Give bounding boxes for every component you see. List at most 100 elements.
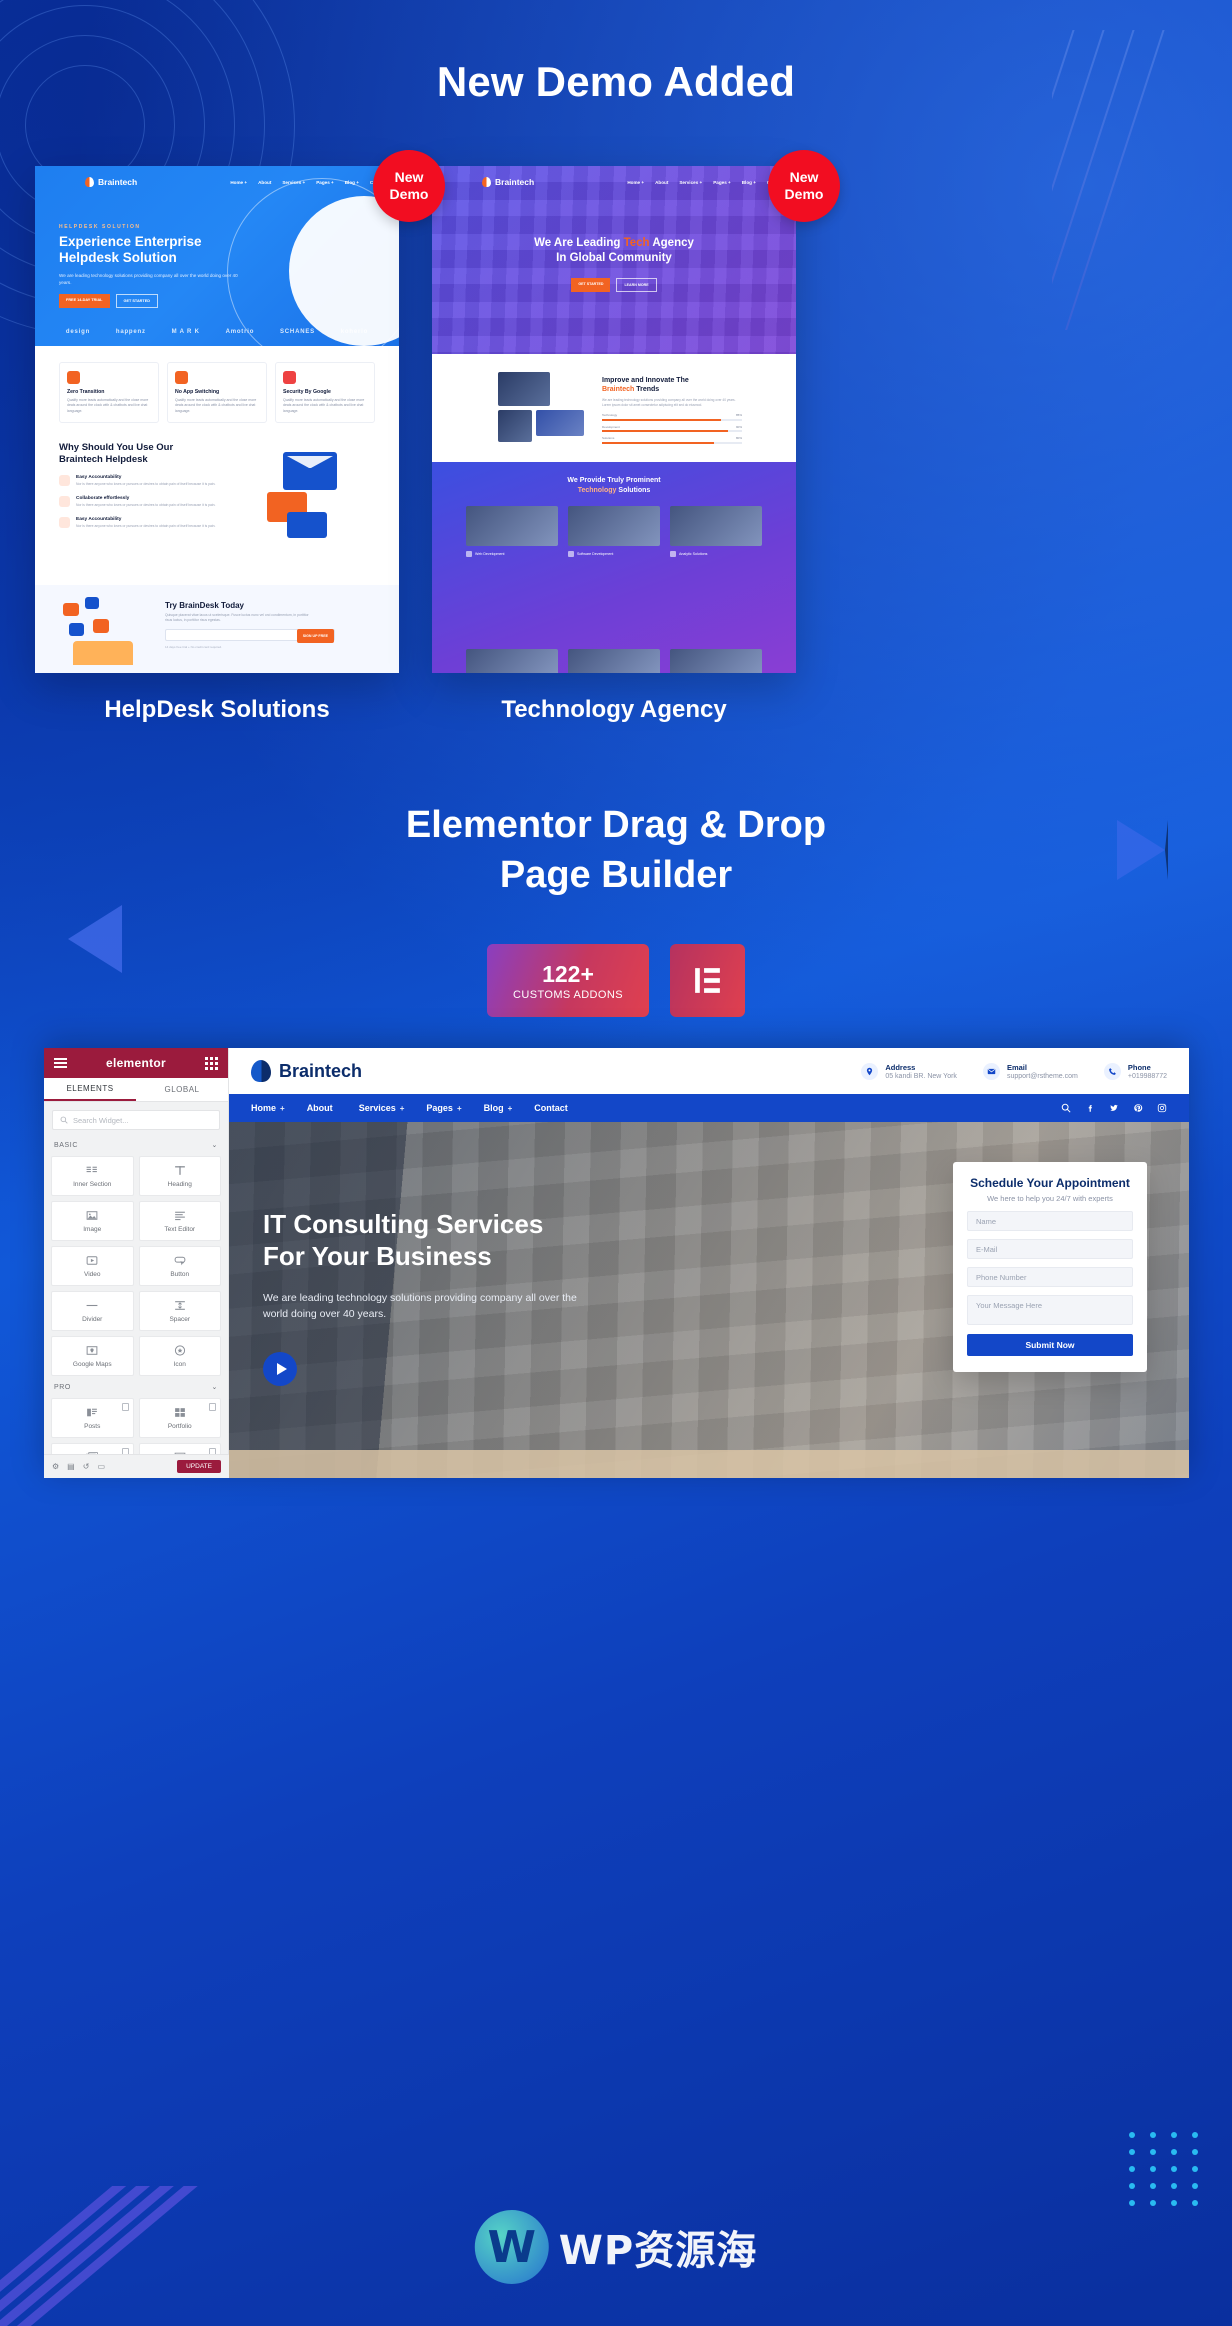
bar-label: Development (602, 424, 620, 429)
nav-blog[interactable]: Blog + (484, 1103, 513, 1113)
layers-icon[interactable]: ▤ (67, 1462, 75, 1471)
feature-cards: Zero Transition Qualify more leads autom… (59, 362, 375, 424)
nav-label: Blog (483, 1103, 504, 1113)
why-item-title: Collaborate effortlessly (76, 496, 130, 501)
helpdesk-nav[interactable]: Braintech Home + About Services + Pages … (35, 172, 399, 192)
spacer-icon (172, 1299, 187, 1312)
widget-spacer[interactable]: Spacer (138, 1291, 221, 1331)
panel-tabs: ELEMENTS GLOBAL (44, 1078, 228, 1102)
nav-item[interactable]: Home + (230, 180, 247, 185)
service-tile[interactable]: Web Development (466, 506, 558, 557)
hero-heading: IT Consulting Services For Your Business (263, 1208, 543, 1272)
nav-label: Home (251, 1103, 277, 1113)
mail-icon (982, 1062, 1000, 1080)
caret: + (280, 1103, 285, 1113)
nav-label: Contact (534, 1103, 568, 1113)
widget-posts[interactable]: Posts (51, 1398, 134, 1438)
message-field[interactable]: Your Message Here (967, 1295, 1133, 1325)
brand-logo: happenz (115, 329, 146, 335)
innovate-title-line2: Trends (634, 386, 660, 393)
image-icon (85, 1209, 100, 1222)
section-pro[interactable]: PRO ⌄ (44, 1380, 228, 1394)
section-basic[interactable]: BASIC ⌄ (44, 1138, 228, 1152)
search-widget-input[interactable]: Search Widget... (52, 1110, 220, 1130)
widget-divider[interactable]: Divider (51, 1291, 134, 1331)
widget-google-maps[interactable]: Google Maps (51, 1336, 134, 1376)
location-icon (861, 1062, 879, 1080)
name-field[interactable]: Name (967, 1211, 1133, 1231)
chevron-down-icon: ⌄ (211, 1384, 218, 1391)
facebook-icon[interactable] (1085, 1103, 1095, 1113)
submit-button[interactable]: Submit Now (967, 1334, 1133, 1356)
section-basic-label: BASIC (54, 1141, 79, 1149)
preview-hero: IT Consulting Services For Your Business… (229, 1122, 1189, 1478)
page-title: New Demo Added (436, 58, 796, 105)
nav-contact[interactable]: Contact (534, 1103, 572, 1113)
service-tile[interactable]: Analytic Solutions (670, 506, 762, 557)
nav-item[interactable]: Pages + (316, 180, 334, 185)
helpdesk-logo-text: Braintech (98, 177, 138, 187)
history-icon[interactable]: ↺ (83, 1462, 90, 1471)
pinterest-icon[interactable] (1133, 1103, 1143, 1113)
learn-more-button[interactable]: LEARN MORE (616, 278, 657, 292)
grid-icon[interactable] (205, 1056, 218, 1070)
innovate-images (498, 372, 586, 444)
instagram-icon[interactable] (1157, 1103, 1167, 1113)
twitter-icon[interactable] (1109, 1103, 1119, 1113)
cta-email-input[interactable]: SIGN UP FREE (165, 629, 335, 643)
elementor-logo-badge (670, 944, 745, 1017)
why-item-title: Easy Accountability (76, 475, 122, 480)
widget-image[interactable]: Image (51, 1201, 134, 1241)
headline-post: Agency (649, 237, 694, 249)
service-label: Software Development (577, 552, 614, 556)
demo-card-helpdesk[interactable]: Braintech Home + About Services + Pages … (35, 166, 399, 673)
responsive-icon[interactable]: ▭ (97, 1462, 105, 1471)
nav-item[interactable]: Blog + (345, 180, 359, 185)
update-button[interactable]: UPDATE (177, 1460, 221, 1473)
nav-item[interactable]: About (655, 180, 668, 185)
widget-inner-section[interactable]: Inner Section (51, 1156, 134, 1196)
service-tile[interactable]: Software Development (568, 506, 660, 557)
get-started-button[interactable]: GET STARTED (115, 294, 159, 308)
widget-text-editor[interactable]: Text Editor (138, 1201, 221, 1241)
widget-portfolio[interactable]: Portfolio (138, 1398, 221, 1438)
phone-field[interactable]: Phone Number (967, 1267, 1133, 1287)
gear-icon[interactable]: ⚙ (52, 1462, 59, 1471)
nav-item[interactable]: Services + (679, 180, 702, 185)
technology-nav[interactable]: Braintech Home + About Services + Pages … (432, 172, 796, 192)
search-icon[interactable] (1061, 1103, 1071, 1113)
nav-pages[interactable]: Pages + (426, 1103, 461, 1113)
preview-logo: Braintech (251, 1060, 362, 1082)
nav-services[interactable]: Services + (359, 1103, 405, 1113)
free-trial-button[interactable]: FREE 14-DAY TRIAL (59, 294, 110, 308)
nav-item[interactable]: Services + (282, 180, 305, 185)
nav-item[interactable]: Pages + (713, 180, 731, 185)
play-button-icon[interactable] (263, 1352, 297, 1386)
tab-elements[interactable]: ELEMENTS (44, 1078, 136, 1101)
nav-home[interactable]: Home + (251, 1103, 285, 1113)
hero-paragraph: We are leading technology solutions prov… (59, 273, 238, 285)
badge-line2: Demo (389, 186, 429, 202)
footer-icons: ⚙ ▤ ↺ ▭ (52, 1462, 105, 1471)
hamburger-icon[interactable] (54, 1056, 67, 1071)
cta-title: Try BrainDesk Today (165, 601, 244, 610)
email-field[interactable]: E-Mail (967, 1239, 1133, 1259)
hero-headline: Experience Enterprise Helpdesk Solution (59, 234, 239, 266)
brain-icon (85, 177, 94, 187)
widget-video[interactable]: Video (51, 1246, 134, 1286)
feature-card: Security By Google Qualify more leads au… (275, 362, 375, 424)
get-started-button[interactable]: GET STARTED (571, 278, 611, 292)
editor-preview: Braintech Address 05 kandi BR. New York … (229, 1048, 1189, 1478)
nav-item[interactable]: About (258, 180, 271, 185)
nav-about[interactable]: About (307, 1103, 337, 1113)
widget-icon[interactable]: Icon (138, 1336, 221, 1376)
cta-signup-button[interactable]: SIGN UP FREE (296, 629, 334, 643)
widget-button[interactable]: Button (138, 1246, 221, 1286)
columns-icon (85, 1164, 100, 1177)
demo-card-technology[interactable]: Braintech Home + About Services + Pages … (432, 166, 796, 673)
nav-item[interactable]: Blog + (742, 180, 756, 185)
heading-t-icon (172, 1164, 187, 1177)
nav-item[interactable]: Home + (627, 180, 644, 185)
widget-heading[interactable]: Heading (138, 1156, 221, 1196)
tab-global[interactable]: GLOBAL (136, 1078, 228, 1101)
